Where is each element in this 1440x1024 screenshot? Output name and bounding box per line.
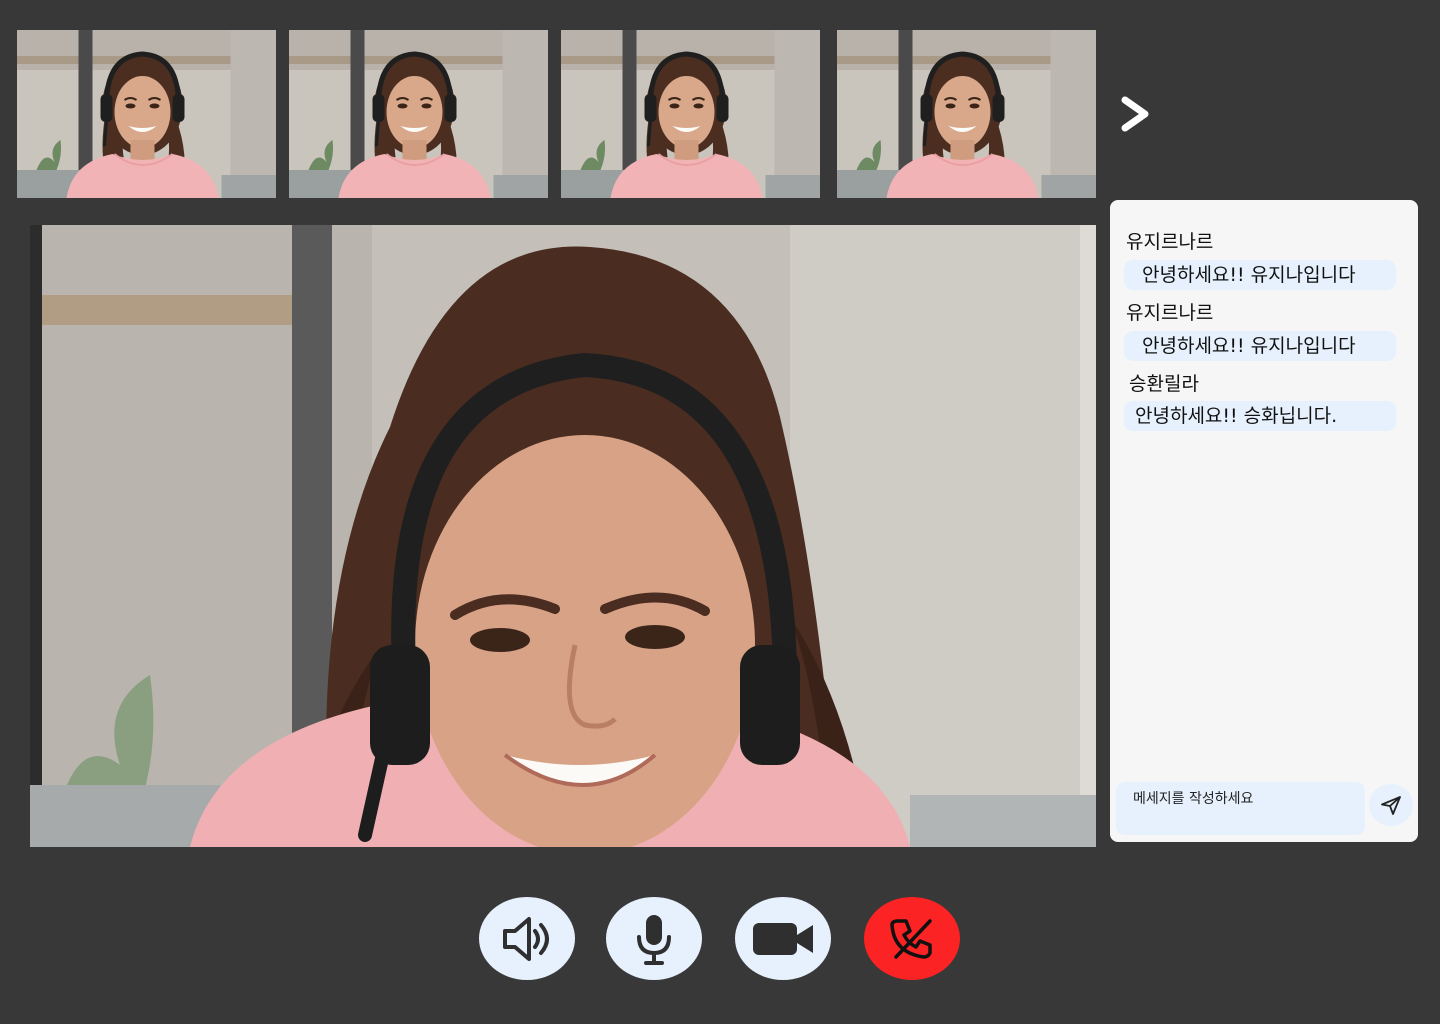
next-participants-button[interactable] [1112,90,1160,138]
participant-video [837,30,1096,198]
participant-thumbnail[interactable] [17,30,276,198]
hang-up-button[interactable] [864,897,960,980]
active-speaker-video [30,225,1096,847]
chat-panel: 유지르나르 안녕하세요!! 유지나입니다 유지르나르 안녕하세요!! 유지나입니… [1110,200,1418,842]
microphone-button[interactable] [606,897,702,980]
participant-thumbnail[interactable] [837,30,1096,198]
speaker-button[interactable] [479,897,575,980]
message-bubble: 안녕하세요!! 승화닙니다. [1124,401,1396,431]
message-author: 유지르나르 [1126,231,1214,253]
video-camera-icon [753,922,813,955]
participant-thumbnail[interactable] [561,30,820,198]
participant-video [289,30,548,198]
chevron-right-icon [1121,96,1149,132]
participant-video [561,30,820,198]
video-call-screen: 유지르나르 안녕하세요!! 유지나입니다 유지르나르 안녕하세요!! 유지나입니… [0,0,1440,1024]
microphone-icon [637,914,671,965]
phone-off-icon [890,918,932,959]
message-input[interactable] [1116,782,1365,835]
message-author: 승환릴라 [1129,373,1199,395]
message-bubble: 안녕하세요!! 유지나입니다 [1124,331,1396,361]
participant-video [17,30,276,198]
message-author: 유지르나르 [1126,302,1214,324]
main-video [30,225,1096,847]
send-icon [1381,796,1401,815]
speaker-icon [503,916,549,961]
camera-button[interactable] [735,897,831,980]
send-button[interactable] [1369,784,1413,826]
participant-thumbnail[interactable] [289,30,548,198]
message-bubble: 안녕하세요!! 유지나입니다 [1124,260,1396,290]
